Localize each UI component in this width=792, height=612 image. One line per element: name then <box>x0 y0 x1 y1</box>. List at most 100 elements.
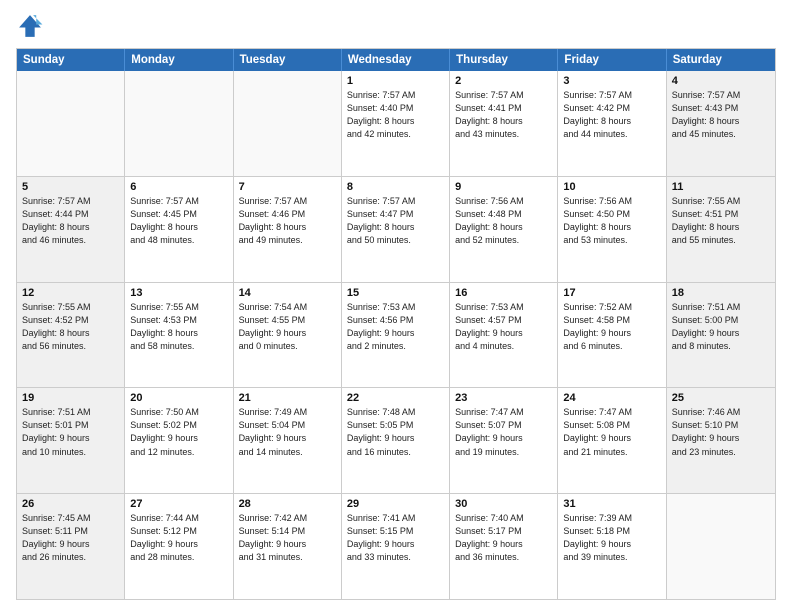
day-4: 4Sunrise: 7:57 AM Sunset: 4:43 PM Daylig… <box>667 71 775 176</box>
day-info: Sunrise: 7:55 AM Sunset: 4:52 PM Dayligh… <box>22 301 119 353</box>
day-number: 3 <box>563 75 660 87</box>
week-4: 26 Sunrise: 7:45 AM Sunset: 5:11 PM Dayli… <box>17 494 775 599</box>
day-info: Sunrise: 7:42 AM Sunset: 5:14 PM Dayligh… <box>239 512 336 564</box>
day-26: 26 Sunrise: 7:45 AM Sunset: 5:11 PM Dayli… <box>17 494 125 599</box>
empty-cell <box>667 494 775 599</box>
day-number: 24 <box>563 392 660 404</box>
day-number: 31 <box>563 498 660 510</box>
day-28: 28 Sunrise: 7:42 AM Sunset: 5:14 PM Dayli… <box>234 494 342 599</box>
day-number: 9 <box>455 181 552 193</box>
logo-icon <box>16 12 44 40</box>
day-number: 28 <box>239 498 336 510</box>
day-info: Sunrise: 7:46 AM Sunset: 5:10 PM Dayligh… <box>672 406 770 458</box>
calendar-body: 1 Sunrise: 7:57 AM Sunset: 4:40 PM Daylig… <box>17 71 775 599</box>
day-info: Sunrise: 7:39 AM Sunset: 5:18 PM Dayligh… <box>563 512 660 564</box>
header-day-friday: Friday <box>558 49 666 71</box>
day-info: Sunrise: 7:45 AM Sunset: 5:11 PM Dayligh… <box>22 512 119 564</box>
day-2: 2Sunrise: 7:57 AM Sunset: 4:41 PM Daylig… <box>450 71 558 176</box>
day-info: Sunrise: 7:57 AM Sunset: 4:46 PM Dayligh… <box>239 195 336 247</box>
header-day-tuesday: Tuesday <box>234 49 342 71</box>
day-number: 6 <box>130 181 227 193</box>
day-info: Sunrise: 7:57 AM Sunset: 4:47 PM Dayligh… <box>347 195 444 247</box>
day-number: 16 <box>455 287 552 299</box>
day-info: Sunrise: 7:57 AM Sunset: 4:44 PM Dayligh… <box>22 195 119 247</box>
day-8: 8 Sunrise: 7:57 AM Sunset: 4:47 PM Daylig… <box>342 177 450 282</box>
empty-cell <box>125 71 233 176</box>
day-info: Sunrise: 7:56 AM Sunset: 4:48 PM Dayligh… <box>455 195 552 247</box>
calendar: SundayMondayTuesdayWednesdayThursdayFrid… <box>16 48 776 600</box>
header-day-thursday: Thursday <box>450 49 558 71</box>
day-number: 27 <box>130 498 227 510</box>
day-13: 13 Sunrise: 7:55 AM Sunset: 4:53 PM Dayli… <box>125 283 233 388</box>
day-info: Sunrise: 7:51 AM Sunset: 5:00 PM Dayligh… <box>672 301 770 353</box>
day-9: 9 Sunrise: 7:56 AM Sunset: 4:48 PM Daylig… <box>450 177 558 282</box>
day-25: 25Sunrise: 7:46 AM Sunset: 5:10 PM Dayli… <box>667 388 775 493</box>
logo <box>16 12 48 40</box>
day-number: 26 <box>22 498 119 510</box>
day-number: 29 <box>347 498 444 510</box>
day-info: Sunrise: 7:52 AM Sunset: 4:58 PM Dayligh… <box>563 301 660 353</box>
day-12: 12 Sunrise: 7:55 AM Sunset: 4:52 PM Dayli… <box>17 283 125 388</box>
day-number: 19 <box>22 392 119 404</box>
day-info: Sunrise: 7:57 AM Sunset: 4:41 PM Dayligh… <box>455 89 552 141</box>
day-number: 23 <box>455 392 552 404</box>
day-number: 12 <box>22 287 119 299</box>
week-3: 19 Sunrise: 7:51 AM Sunset: 5:01 PM Dayli… <box>17 388 775 494</box>
calendar-header-row: SundayMondayTuesdayWednesdayThursdayFrid… <box>17 49 775 71</box>
day-info: Sunrise: 7:47 AM Sunset: 5:08 PM Dayligh… <box>563 406 660 458</box>
day-number: 7 <box>239 181 336 193</box>
day-number: 17 <box>563 287 660 299</box>
day-23: 23 Sunrise: 7:47 AM Sunset: 5:07 PM Dayli… <box>450 388 558 493</box>
day-24: 24 Sunrise: 7:47 AM Sunset: 5:08 PM Dayli… <box>558 388 666 493</box>
day-number: 10 <box>563 181 660 193</box>
day-info: Sunrise: 7:50 AM Sunset: 5:02 PM Dayligh… <box>130 406 227 458</box>
day-info: Sunrise: 7:51 AM Sunset: 5:01 PM Dayligh… <box>22 406 119 458</box>
day-number: 21 <box>239 392 336 404</box>
day-info: Sunrise: 7:44 AM Sunset: 5:12 PM Dayligh… <box>130 512 227 564</box>
day-info: Sunrise: 7:55 AM Sunset: 4:53 PM Dayligh… <box>130 301 227 353</box>
page: SundayMondayTuesdayWednesdayThursdayFrid… <box>0 0 792 612</box>
day-number: 8 <box>347 181 444 193</box>
day-number: 14 <box>239 287 336 299</box>
week-2: 12 Sunrise: 7:55 AM Sunset: 4:52 PM Dayli… <box>17 283 775 389</box>
day-27: 27 Sunrise: 7:44 AM Sunset: 5:12 PM Dayli… <box>125 494 233 599</box>
day-number: 18 <box>672 287 770 299</box>
day-number: 22 <box>347 392 444 404</box>
day-info: Sunrise: 7:57 AM Sunset: 4:43 PM Dayligh… <box>672 89 770 141</box>
day-16: 16 Sunrise: 7:53 AM Sunset: 4:57 PM Dayli… <box>450 283 558 388</box>
day-19: 19 Sunrise: 7:51 AM Sunset: 5:01 PM Dayli… <box>17 388 125 493</box>
header-day-saturday: Saturday <box>667 49 775 71</box>
day-6: 6 Sunrise: 7:57 AM Sunset: 4:45 PM Daylig… <box>125 177 233 282</box>
day-31: 31 Sunrise: 7:39 AM Sunset: 5:18 PM Dayli… <box>558 494 666 599</box>
day-info: Sunrise: 7:47 AM Sunset: 5:07 PM Dayligh… <box>455 406 552 458</box>
empty-cell <box>17 71 125 176</box>
day-info: Sunrise: 7:48 AM Sunset: 5:05 PM Dayligh… <box>347 406 444 458</box>
day-number: 20 <box>130 392 227 404</box>
day-info: Sunrise: 7:53 AM Sunset: 4:57 PM Dayligh… <box>455 301 552 353</box>
day-number: 13 <box>130 287 227 299</box>
day-30: 30Sunrise: 7:40 AM Sunset: 5:17 PM Dayli… <box>450 494 558 599</box>
day-info: Sunrise: 7:41 AM Sunset: 5:15 PM Dayligh… <box>347 512 444 564</box>
day-11: 11Sunrise: 7:55 AM Sunset: 4:51 PM Dayli… <box>667 177 775 282</box>
week-0: 1 Sunrise: 7:57 AM Sunset: 4:40 PM Daylig… <box>17 71 775 177</box>
day-info: Sunrise: 7:57 AM Sunset: 4:40 PM Dayligh… <box>347 89 444 141</box>
day-1: 1 Sunrise: 7:57 AM Sunset: 4:40 PM Daylig… <box>342 71 450 176</box>
day-7: 7 Sunrise: 7:57 AM Sunset: 4:46 PM Daylig… <box>234 177 342 282</box>
day-info: Sunrise: 7:54 AM Sunset: 4:55 PM Dayligh… <box>239 301 336 353</box>
day-info: Sunrise: 7:56 AM Sunset: 4:50 PM Dayligh… <box>563 195 660 247</box>
day-info: Sunrise: 7:53 AM Sunset: 4:56 PM Dayligh… <box>347 301 444 353</box>
day-info: Sunrise: 7:57 AM Sunset: 4:42 PM Dayligh… <box>563 89 660 141</box>
day-29: 29 Sunrise: 7:41 AM Sunset: 5:15 PM Dayli… <box>342 494 450 599</box>
day-info: Sunrise: 7:49 AM Sunset: 5:04 PM Dayligh… <box>239 406 336 458</box>
day-number: 15 <box>347 287 444 299</box>
day-number: 5 <box>22 181 119 193</box>
day-10: 10 Sunrise: 7:56 AM Sunset: 4:50 PM Dayli… <box>558 177 666 282</box>
day-info: Sunrise: 7:40 AM Sunset: 5:17 PM Dayligh… <box>455 512 552 564</box>
day-number: 1 <box>347 75 444 87</box>
day-17: 17 Sunrise: 7:52 AM Sunset: 4:58 PM Dayli… <box>558 283 666 388</box>
header-day-wednesday: Wednesday <box>342 49 450 71</box>
day-22: 22 Sunrise: 7:48 AM Sunset: 5:05 PM Dayli… <box>342 388 450 493</box>
day-info: Sunrise: 7:57 AM Sunset: 4:45 PM Dayligh… <box>130 195 227 247</box>
day-20: 20 Sunrise: 7:50 AM Sunset: 5:02 PM Dayli… <box>125 388 233 493</box>
empty-cell <box>234 71 342 176</box>
